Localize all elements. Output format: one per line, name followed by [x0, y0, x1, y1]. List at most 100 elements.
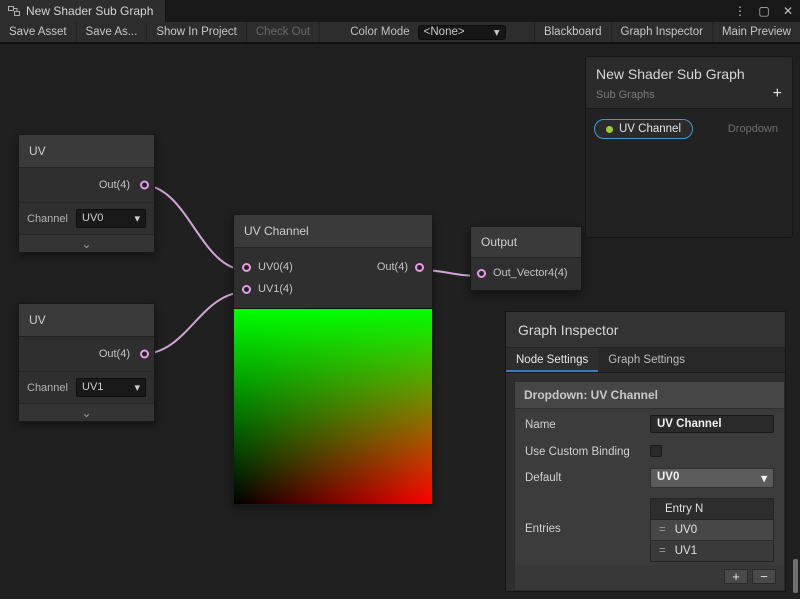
node-uv-a[interactable]: UV Out(4) Channel UV0 ▾ ⌄	[18, 134, 155, 253]
port-label: Out_Vector4(4)	[493, 267, 568, 279]
default-label: Default	[525, 468, 650, 487]
entries-header: Entry N	[651, 499, 773, 520]
more-menu-icon[interactable]: ⋮	[728, 0, 752, 22]
main-preview-toggle-button[interactable]: Main Preview	[712, 22, 800, 42]
dropdown-settings-card: Dropdown: UV Channel Name Use Custom Bin…	[514, 381, 785, 591]
show-in-project-button[interactable]: Show In Project	[147, 22, 247, 42]
blackboard-header[interactable]: New Shader Sub Graph Sub Graphs +	[586, 57, 792, 108]
default-value: UV0	[657, 471, 679, 485]
inspector-title[interactable]: Graph Inspector	[506, 312, 785, 347]
color-mode-dropdown[interactable]: <None> ▾	[418, 25, 506, 40]
input-port-row: UV1(4)	[234, 278, 301, 300]
custom-binding-checkbox[interactable]	[650, 445, 662, 457]
shader-graph-icon	[8, 5, 20, 17]
output-port-icon[interactable]	[140, 181, 149, 190]
entries-list: Entry N = UV0 = UV1	[650, 498, 774, 562]
tab-bar-spacer	[166, 0, 728, 22]
drag-handle-icon[interactable]: =	[659, 545, 666, 557]
tab-graph-settings[interactable]: Graph Settings	[598, 348, 695, 372]
blackboard-item-pill[interactable]: UV Channel	[594, 119, 693, 139]
chevron-down-icon: ▾	[134, 212, 140, 225]
port-label: Out(4)	[377, 261, 408, 273]
remove-entry-button[interactable]: −	[752, 569, 776, 584]
blackboard-title: New Shader Sub Graph	[596, 66, 782, 82]
entry-row[interactable]: = UV1	[651, 541, 773, 561]
save-asset-button[interactable]: Save Asset	[0, 22, 77, 42]
vertical-scrollbar[interactable]	[793, 559, 798, 593]
edge-uvb-to-uv1[interactable]	[142, 292, 246, 354]
add-property-button[interactable]: +	[773, 85, 782, 103]
channel-control: Channel UV0 ▾	[19, 202, 154, 234]
chevron-down-icon: ▾	[494, 25, 500, 39]
node-uv-channel[interactable]: UV Channel UV0(4) UV1(4) Out(4)	[233, 214, 433, 505]
graph-inspector-panel: Graph Inspector Node Settings Graph Sett…	[505, 311, 786, 592]
input-port-icon[interactable]	[477, 269, 486, 278]
channel-label: Channel	[27, 382, 71, 394]
blackboard-toggle-button[interactable]: Blackboard	[534, 22, 611, 42]
close-icon[interactable]: ✕	[776, 0, 800, 22]
tab-title: New Shader Sub Graph	[26, 4, 153, 18]
chevron-down-icon: ▾	[761, 471, 767, 485]
custom-binding-label: Use Custom Binding	[525, 442, 650, 461]
node-output[interactable]: Output Out_Vector4(4)	[470, 226, 582, 291]
port-label: UV1(4)	[258, 283, 293, 295]
toolbar-right-group: Blackboard Graph Inspector Main Preview	[534, 22, 800, 42]
entry-value: UV0	[675, 524, 697, 536]
output-port-row: Out(4)	[369, 256, 432, 278]
node-title[interactable]: UV Channel	[234, 215, 432, 248]
port-label: UV0(4)	[258, 261, 293, 273]
blackboard-subtitle: Sub Graphs	[596, 89, 782, 101]
custom-binding-row: Use Custom Binding	[515, 436, 784, 463]
tab-bar: New Shader Sub Graph ⋮ ▢ ✕	[0, 0, 800, 22]
check-out-button: Check Out	[247, 22, 320, 42]
input-ports: UV0(4) UV1(4)	[234, 256, 301, 300]
toolbar: Save Asset Save As... Show In Project Ch…	[0, 22, 800, 43]
inspector-tabs: Node Settings Graph Settings	[506, 347, 785, 373]
channel-label: Channel	[27, 213, 71, 225]
color-mode-label: Color Mode	[320, 26, 417, 38]
drag-handle-icon[interactable]: =	[659, 524, 666, 536]
name-label: Name	[525, 415, 650, 434]
name-input[interactable]	[650, 415, 774, 433]
output-ports: Out(4)	[369, 256, 432, 300]
tab-node-settings[interactable]: Node Settings	[506, 348, 598, 372]
port-label: Out(4)	[99, 179, 130, 191]
node-title[interactable]: UV	[19, 304, 154, 337]
name-field-row: Name	[515, 409, 784, 436]
channel-value: UV0	[82, 212, 103, 225]
entries-footer: + −	[515, 565, 784, 590]
blackboard-item-type: Dropdown	[728, 123, 778, 135]
chevron-down-icon: ▾	[134, 381, 140, 394]
collapse-toggle[interactable]: ⌄	[19, 234, 154, 252]
input-port-icon[interactable]	[242, 285, 251, 294]
node-title[interactable]: Output	[471, 227, 581, 258]
output-port-icon[interactable]	[140, 350, 149, 359]
entry-row[interactable]: = UV0	[651, 520, 773, 541]
chevron-down-icon: ⌄	[81, 237, 91, 251]
color-mode-value: <None>	[424, 26, 465, 38]
uv-gradient-preview	[234, 308, 432, 504]
port-section: UV0(4) UV1(4) Out(4)	[234, 248, 432, 308]
maximize-icon[interactable]: ▢	[752, 0, 776, 22]
collapse-toggle[interactable]: ⌄	[19, 403, 154, 421]
channel-dropdown[interactable]: UV1 ▾	[76, 378, 146, 397]
blackboard-item-name: UV Channel	[619, 123, 681, 135]
default-field-row: Default UV0 ▾	[515, 462, 784, 490]
channel-dropdown[interactable]: UV0 ▾	[76, 209, 146, 228]
add-entry-button[interactable]: +	[724, 569, 748, 584]
default-dropdown[interactable]: UV0 ▾	[650, 468, 774, 488]
input-port-row: Out_Vector4(4)	[471, 258, 581, 290]
graph-canvas[interactable]: UV Out(4) Channel UV0 ▾ ⌄ UV Out(4) Chan…	[0, 43, 800, 599]
graph-inspector-toggle-button[interactable]: Graph Inspector	[611, 22, 712, 42]
save-as-button[interactable]: Save As...	[77, 22, 148, 42]
entry-value: UV1	[675, 545, 697, 557]
node-title[interactable]: UV	[19, 135, 154, 168]
input-port-icon[interactable]	[242, 263, 251, 272]
node-uv-b[interactable]: UV Out(4) Channel UV1 ▾ ⌄	[18, 303, 155, 422]
output-port-icon[interactable]	[415, 263, 424, 272]
blackboard-panel: New Shader Sub Graph Sub Graphs + UV Cha…	[585, 56, 793, 238]
card-title: Dropdown: UV Channel	[515, 382, 784, 409]
entries-label: Entries	[525, 496, 650, 538]
tab-shader-subgraph[interactable]: New Shader Sub Graph	[0, 0, 166, 22]
edge-uva-to-uv0[interactable]	[142, 185, 246, 270]
